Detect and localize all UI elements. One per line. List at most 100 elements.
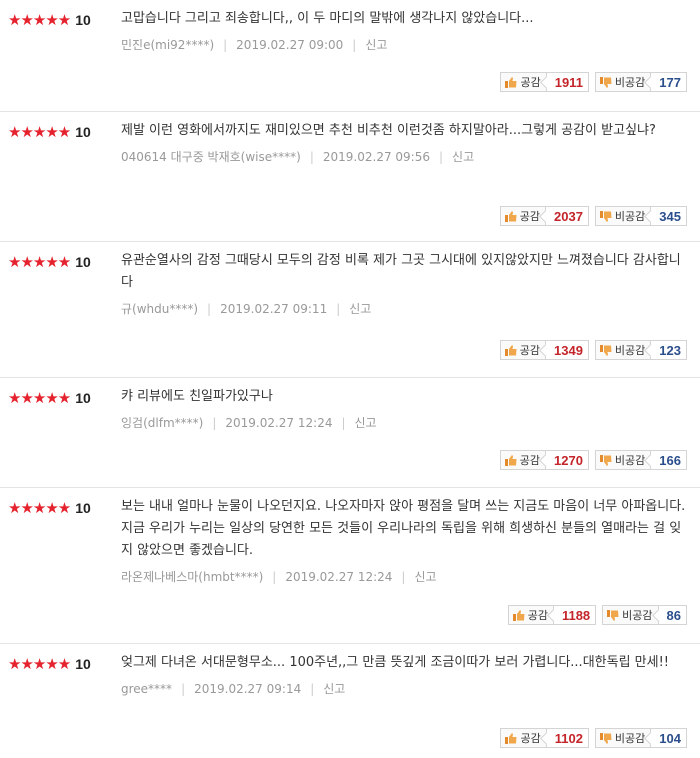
divider: | [309, 149, 314, 164]
divider: | [336, 301, 341, 316]
divider: | [272, 569, 277, 584]
review-list: ★★★★★ 10 고맙습니다 그리고 죄송합니다,, 이 두 마디의 말밖에 생… [0, 0, 700, 758]
thumbs-down-icon [599, 210, 612, 222]
dislike-count: 104 [651, 728, 687, 748]
dislike-button[interactable]: 비공감 [602, 605, 659, 625]
score-value: 10 [75, 390, 91, 406]
thumbs-down-icon [599, 732, 612, 744]
dislike-label: 비공감 [614, 732, 646, 745]
dislike-count: 123 [651, 340, 687, 360]
thumbs-down-icon [599, 76, 612, 88]
reviewer-id[interactable]: 규(whdu****) [121, 300, 198, 317]
review-date: 2019.02.27 09:11 [220, 301, 328, 316]
rating: ★★★★★ 10 [8, 124, 91, 140]
score-value: 10 [75, 500, 91, 516]
reviewer-id[interactable]: 040614 대구중 박재호(wise****) [121, 148, 301, 165]
vote-buttons: 공감 1102 비공감 104 [500, 728, 687, 748]
report-link[interactable]: 신고 [365, 36, 387, 53]
dislike-count: 166 [651, 450, 687, 470]
thumbs-up-icon [504, 344, 517, 356]
star-rating: ★★★★★ [8, 253, 71, 271]
like-count: 1102 [546, 728, 589, 748]
thumbs-up-icon [505, 76, 517, 88]
dislike-label: 비공감 [614, 454, 646, 467]
review-meta: 라온제나베스마(hmbt****) | 2019.02.27 12:24 | 신… [121, 568, 686, 585]
star-rating: ★★★★★ [8, 11, 71, 29]
divider: | [352, 37, 357, 52]
review-item: ★★★★★ 10 보는 내내 얼마나 눈물이 나오던지요. 나오자마자 앉아 평… [0, 488, 700, 644]
thumbs-up-icon [504, 454, 517, 466]
review-text: 캬 리뷰에도 친일파가있구나 [121, 389, 273, 404]
reviewer-id[interactable]: gree**** [121, 682, 172, 696]
star-rating: ★★★★★ [8, 389, 71, 407]
like-count: 2037 [546, 206, 589, 226]
rating: ★★★★★ 10 [8, 500, 91, 516]
review-meta: 민진e(mi92****) | 2019.02.27 09:00 | 신고 [121, 36, 686, 53]
review-text: 유관순열사의 감정 그때당시 모두의 감정 비록 제가 그곳 그시대에 있지않았… [121, 253, 681, 290]
dislike-label: 비공감 [614, 210, 646, 223]
reviewer-id[interactable]: 잉검(dlfm****) [121, 414, 203, 431]
thumbs-up-icon [512, 609, 525, 621]
rating: ★★★★★ 10 [8, 390, 91, 406]
divider: | [207, 301, 212, 316]
like-count: 1911 [546, 72, 589, 92]
review-meta: gree**** | 2019.02.27 09:14 | 신고 [121, 680, 686, 697]
like-label: 공감 [520, 732, 541, 745]
divider: | [223, 37, 228, 52]
thumbs-up-icon [505, 732, 517, 744]
review-item: ★★★★★ 10 캬 리뷰에도 친일파가있구나 잉검(dlfm****) | 2… [0, 378, 700, 488]
reviewer-id[interactable]: 라온제나베스마(hmbt****) [121, 568, 263, 585]
report-link[interactable]: 신고 [414, 568, 436, 585]
like-count: 1349 [546, 340, 589, 360]
review-date: 2019.02.27 09:56 [322, 149, 430, 164]
like-label: 공감 [519, 210, 540, 223]
review-item: ★★★★★ 10 엊그제 다녀온 서대문형무소... 100주년,,그 만큼 뜻… [0, 644, 700, 758]
score-value: 10 [75, 254, 91, 270]
review-meta: 040614 대구중 박재호(wise****) | 2019.02.27 09… [121, 148, 686, 165]
review-text: 고맙습니다 그리고 죄송합니다,, 이 두 마디의 말밖에 생각나지 않았습니다… [121, 11, 534, 26]
dislike-count: 86 [658, 605, 687, 625]
vote-buttons: 공감 2037 비공감 345 [499, 206, 687, 226]
report-link[interactable]: 신고 [452, 148, 474, 165]
divider: | [310, 681, 315, 696]
dislike-count: 345 [651, 206, 687, 226]
score-value: 10 [75, 12, 91, 28]
divider: | [181, 681, 186, 696]
thumbs-down-icon [607, 609, 619, 621]
divider: | [401, 569, 406, 584]
vote-buttons: 공감 1270 비공감 166 [499, 450, 687, 470]
like-label: 공감 [527, 609, 548, 622]
like-label: 공감 [519, 344, 540, 357]
rating: ★★★★★ 10 [8, 12, 91, 28]
thumbs-down-icon [599, 454, 612, 466]
review-item: ★★★★★ 10 고맙습니다 그리고 죄송합니다,, 이 두 마디의 말밖에 생… [0, 0, 700, 112]
like-count: 1188 [553, 605, 597, 625]
review-date: 2019.02.27 09:14 [194, 681, 302, 696]
rating: ★★★★★ 10 [8, 656, 91, 672]
report-link[interactable]: 신고 [355, 414, 377, 431]
report-link[interactable]: 신고 [349, 300, 371, 317]
star-rating: ★★★★★ [8, 499, 71, 517]
reviewer-id[interactable]: 민진e(mi92****) [121, 36, 214, 53]
review-item: ★★★★★ 10 유관순열사의 감정 그때당시 모두의 감정 비록 제가 그곳 … [0, 242, 700, 378]
like-label: 공감 [520, 76, 541, 89]
dislike-label: 비공감 [614, 76, 646, 89]
dislike-label: 비공감 [622, 609, 653, 622]
divider: | [212, 415, 217, 430]
review-meta: 규(whdu****) | 2019.02.27 09:11 | 신고 [121, 300, 686, 317]
dislike-label: 비공감 [614, 344, 646, 357]
report-link[interactable]: 신고 [323, 680, 345, 697]
star-rating: ★★★★★ [8, 655, 71, 673]
review-text: 엊그제 다녀온 서대문형무소... 100주년,,그 만큼 뜻깊게 조금이따가 … [121, 655, 670, 670]
review-item: ★★★★★ 10 제발 이런 영화에서까지도 재미있으면 추천 비추천 이런것좀… [0, 112, 700, 242]
like-label: 공감 [519, 454, 540, 467]
review-text: 보는 내내 얼마나 눈물이 나오던지요. 나오자마자 앉아 평점을 달며 쓰는 … [121, 499, 686, 558]
like-count: 1270 [546, 450, 589, 470]
score-value: 10 [75, 656, 91, 672]
vote-buttons: 공감 1911 비공감 177 [500, 72, 687, 92]
review-date: 2019.02.27 09:00 [236, 37, 344, 52]
review-text: 제발 이런 영화에서까지도 재미있으면 추천 비추천 이런것좀 하지말아라...… [121, 123, 656, 138]
divider: | [341, 415, 346, 430]
vote-buttons: 공감 1349 비공감 123 [499, 340, 687, 360]
review-date: 2019.02.27 12:24 [285, 569, 393, 584]
